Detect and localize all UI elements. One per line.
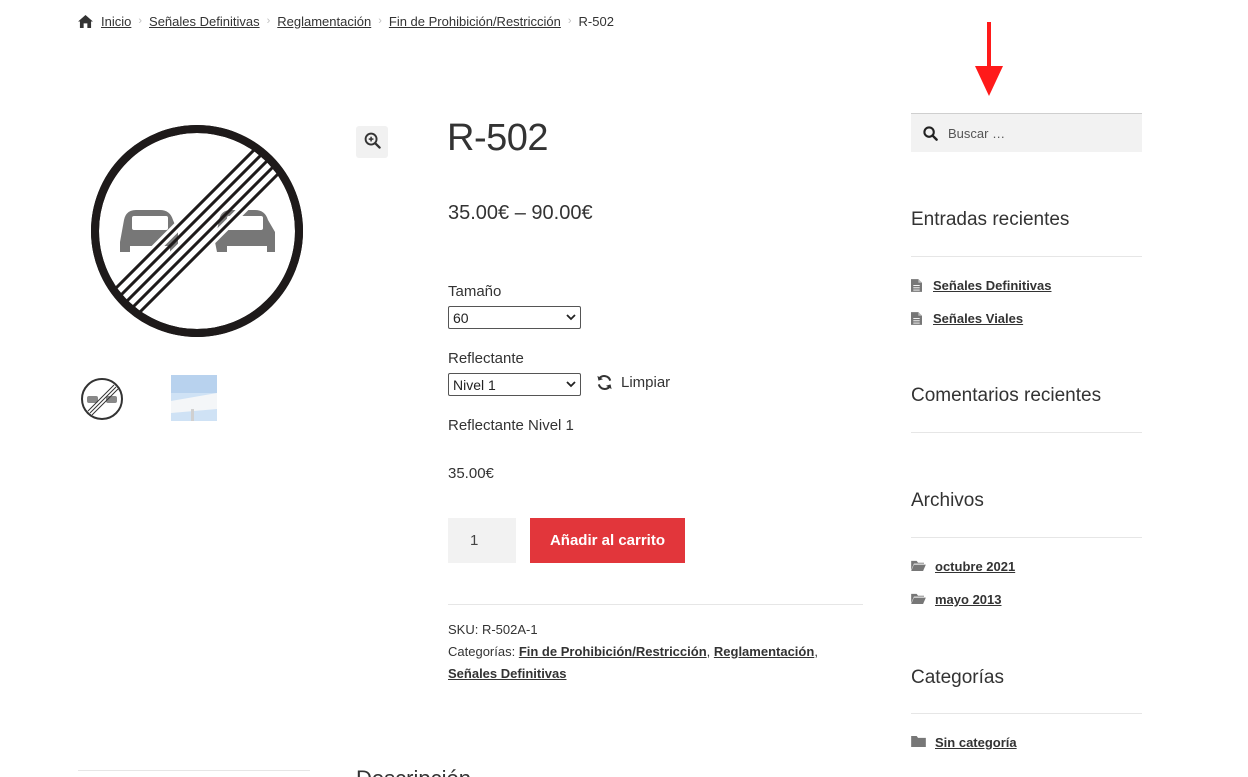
- breadcrumb-link-reglamentacion[interactable]: Reglamentación: [277, 14, 371, 29]
- sku-value: R-502A-1: [481, 622, 538, 637]
- chevron-right-icon: ›: [266, 15, 271, 27]
- categories-title: Categorías: [911, 667, 1004, 688]
- widget-divider: [911, 537, 1142, 538]
- product-thumbnail-1[interactable]: [80, 377, 124, 421]
- breadcrumb-home-link[interactable]: Inicio: [101, 14, 131, 29]
- reflect-select-value: Nivel 1: [453, 376, 496, 393]
- recent-post-item: Señales Definitivas: [911, 278, 1052, 293]
- widget-divider: [911, 713, 1142, 714]
- search-input[interactable]: [948, 125, 1128, 141]
- variation-price: 35.00€: [448, 465, 494, 482]
- product-sku: SKU: R-502A-1: [448, 619, 538, 641]
- product-price-range: 35.00€ – 90.00€: [448, 202, 593, 224]
- recent-post-link-senales-viales[interactable]: Señales Viales: [933, 311, 1023, 326]
- folder-icon: [911, 735, 927, 750]
- breadcrumb-link-senales-definitivas[interactable]: Señales Definitivas: [149, 14, 260, 29]
- chevron-down-icon: [566, 314, 576, 321]
- category-link-sin-categoria[interactable]: Sin categoría: [935, 735, 1017, 750]
- category-separator: ,: [706, 644, 711, 659]
- chevron-right-icon: ›: [567, 15, 572, 27]
- category-link-fin-prohibicion[interactable]: Fin de Prohibición/Restricción: [519, 644, 707, 659]
- category-separator: ,: [814, 644, 818, 659]
- size-label: Tamaño: [448, 283, 502, 300]
- home-icon[interactable]: [78, 14, 93, 28]
- product-main-image[interactable]: [90, 124, 304, 338]
- zoom-button[interactable]: [356, 126, 388, 158]
- reflect-label: Reflectante: [448, 350, 524, 367]
- reset-variations-link[interactable]: Limpiar: [596, 374, 670, 391]
- archive-item: octubre 2021: [911, 559, 1015, 574]
- meta-divider: [448, 604, 863, 605]
- widget-divider: [911, 432, 1142, 433]
- document-icon: [911, 311, 925, 326]
- archive-item: mayo 2013: [911, 592, 1002, 607]
- archive-link-octubre-2021[interactable]: octubre 2021: [935, 559, 1015, 574]
- archive-link-mayo-2013[interactable]: mayo 2013: [935, 592, 1002, 607]
- annotation-arrow-down: [975, 22, 1003, 96]
- category-item: Sin categoría: [911, 735, 1017, 750]
- zoom-in-icon: [364, 132, 381, 152]
- document-icon: [911, 278, 925, 293]
- breadcrumb-link-fin-prohibicion[interactable]: Fin de Prohibición/Restricción: [389, 14, 561, 29]
- product-title: R-502: [447, 117, 549, 159]
- size-select-value: 60: [453, 309, 469, 326]
- category-link-reglamentacion[interactable]: Reglamentación: [714, 644, 814, 659]
- product-categories: Categorías: Fin de Prohibición/Restricci…: [448, 641, 863, 685]
- refresh-icon: [597, 374, 612, 391]
- chevron-right-icon: ›: [378, 15, 382, 27]
- breadcrumb: Inicio › Señales Definitivas › Reglament…: [78, 11, 614, 31]
- description-title: Descripción: [356, 766, 471, 777]
- breadcrumb-current: R-502: [578, 13, 614, 29]
- variation-description: Reflectante Nivel 1: [448, 417, 574, 434]
- reset-label: Limpiar: [621, 374, 671, 391]
- recent-post-item: Señales Viales: [911, 311, 1023, 326]
- recent-comments-title: Comentarios recientes: [911, 385, 1102, 406]
- widget-divider: [911, 256, 1142, 257]
- chevron-down-icon: [566, 381, 576, 388]
- chevron-right-icon: ›: [138, 15, 143, 27]
- category-link-senales-definitivas[interactable]: Señales Definitivas: [448, 666, 567, 681]
- add-to-cart-button[interactable]: Añadir al carrito: [530, 518, 685, 563]
- reflect-select[interactable]: Nivel 1: [448, 373, 581, 396]
- recent-post-link-senales-definitivas[interactable]: Señales Definitivas: [933, 278, 1052, 293]
- tabs-divider: [78, 770, 310, 771]
- sku-label: SKU:: [448, 622, 479, 637]
- quantity-input[interactable]: 1: [448, 518, 516, 563]
- archives-title: Archivos: [911, 490, 984, 511]
- folder-icon: [911, 593, 927, 607]
- product-thumbnail-2[interactable]: [171, 375, 217, 421]
- quantity-value: 1: [470, 532, 479, 549]
- recent-posts-title: Entradas recientes: [911, 209, 1070, 230]
- size-select[interactable]: 60: [448, 306, 581, 329]
- search-icon[interactable]: [923, 125, 938, 141]
- folder-icon: [911, 560, 927, 574]
- categories-label: Categorías:: [448, 644, 516, 659]
- search-box[interactable]: [911, 113, 1142, 152]
